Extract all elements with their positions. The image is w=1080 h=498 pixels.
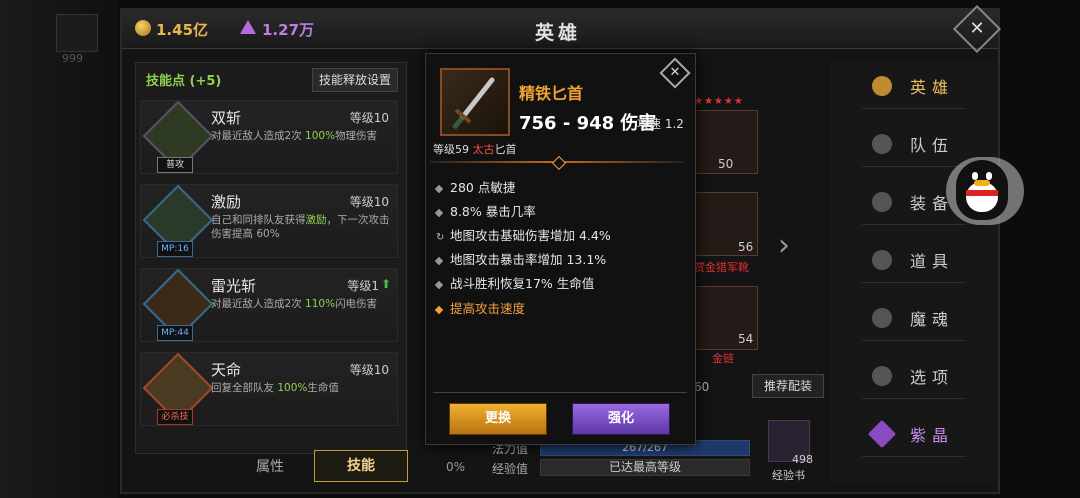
purple-gem-icon (240, 20, 256, 34)
refresh-icon: ↻ (436, 232, 445, 243)
exp-book-label: 经验书 (772, 469, 805, 482)
penguin-scarf (966, 190, 998, 196)
item-stat: ↻ 地图攻击基础伤害增加 4.4% (436, 228, 611, 243)
dagger-icon (440, 68, 510, 136)
close-icon: ✕ (969, 18, 985, 39)
item-stat: 280 点敏捷 (434, 177, 515, 196)
necklace-label: 金链 (712, 352, 734, 365)
hero-slot-value: 50 (718, 157, 734, 171)
item-special-stat: 提高攻击速度 (434, 298, 525, 317)
item-stat: 地图攻击暴击率增加 13.1% (434, 249, 606, 268)
skill-name: 双斩 (211, 109, 242, 127)
nav-item-team[interactable]: 队伍 (862, 122, 966, 167)
bag-icon (872, 250, 892, 270)
skill-level: 等级10 (349, 363, 389, 377)
recommend-gear-button[interactable]: 推荐配装 (752, 374, 824, 398)
background-number: 60 (694, 380, 710, 394)
item-stat: 8.8% 暴击几率 (434, 201, 536, 220)
tab-skills[interactable]: 技能 (314, 450, 408, 482)
skill-level: 等级10 (349, 111, 389, 125)
nav-item-label: 选项 (910, 368, 955, 387)
nav-item-amethyst[interactable]: 紫晶 (862, 412, 966, 457)
popup-bottom-divider (433, 392, 687, 393)
skill-tag: MP:44 (157, 325, 193, 341)
skill-description: 对最近敌人造成2次 100%物理伤害 (211, 130, 378, 142)
item-attack-speed: 攻速 1.2 (637, 117, 684, 131)
skill-name: 天命 (211, 361, 242, 379)
penguin-avatar-icon[interactable] (956, 160, 1008, 220)
next-arrow-icon[interactable]: › (778, 228, 790, 263)
penguin-eye (972, 172, 978, 180)
tab-attributes[interactable]: 属性 (230, 452, 310, 482)
nav-item-label: 队伍 (910, 136, 955, 155)
exp-book-count: 498 (792, 453, 813, 466)
skill-row-double-slash[interactable]: 普攻 双斩 等级10 对最近敌人造成2次 100%物理伤害 (140, 100, 398, 174)
skill-name: 雷光斩 (211, 277, 257, 295)
exp-bar: 已达最高等级 (540, 459, 750, 476)
helmet-icon (872, 192, 892, 212)
replace-button[interactable]: 更换 (449, 403, 547, 435)
window-title: 英雄 (534, 22, 581, 44)
skill-points-label: 技能点 (+5) (146, 74, 222, 89)
skill-row-thunder-slash[interactable]: MP:44 雷光斩 等级1 ⬆ 对最近敌人造成2次 110%闪电伤害 (140, 268, 398, 342)
left-slot-icon (56, 14, 98, 52)
item-stat: 战斗胜利恢复17% 生命值 (434, 273, 594, 292)
penguin-belly (966, 182, 998, 212)
nav-item-items[interactable]: 道具 (862, 238, 966, 283)
gold-amount: 1.45亿 (156, 21, 209, 39)
heroes-icon (872, 76, 892, 96)
percent-readout: 0% (446, 460, 466, 474)
level-up-arrow-icon[interactable]: ⬆ (381, 277, 391, 291)
flame-icon (872, 308, 892, 328)
skill-tag: MP:16 (157, 241, 193, 257)
nav-item-label: 紫晶 (910, 426, 955, 445)
item-name: 精铁匕首 (519, 84, 584, 103)
item-damage: 756 - 948 伤害 (519, 113, 657, 134)
skill-level: 等级10 (349, 195, 389, 209)
skill-row-inspire[interactable]: MP:16 激励 等级10 自己和同排队友获得激励，下一次攻击伤害提高 60% (140, 184, 398, 258)
skill-release-settings-button[interactable]: 技能释放设置 (312, 68, 398, 92)
skill-description: 对最近敌人造成2次 110%闪电伤害 (211, 298, 378, 310)
nav-item-options[interactable]: 选项 (862, 354, 966, 399)
flag-icon (872, 134, 892, 154)
nav-item-souls[interactable]: 魔魂 (862, 296, 966, 341)
nav-item-label: 道具 (910, 252, 955, 271)
nav-item-hero[interactable]: 英雄 (862, 64, 966, 109)
item-subtitle: 等级59 太古匕首 (433, 143, 517, 156)
gem-amount: 1.27万 (262, 21, 315, 39)
left-slot-count: 999 (62, 52, 83, 65)
skill-description: 回复全部队友 100%生命值 (211, 382, 339, 394)
skill-tag: 普攻 (157, 157, 193, 173)
skill-name: 激励 (211, 193, 242, 211)
penguin-beak (974, 180, 990, 186)
boots-slot-value: 56 (738, 240, 754, 254)
penguin-eye (986, 172, 992, 180)
skill-tag: 必杀技 (157, 409, 193, 425)
nav-item-label: 英雄 (910, 78, 955, 97)
close-icon: ✕ (669, 65, 681, 80)
left-background-strip: 999 (0, 0, 118, 498)
hero-star-rating: ★★★★★ (694, 96, 744, 107)
amethyst-icon (867, 419, 897, 449)
gold-coin-icon (135, 20, 151, 36)
skill-level: 等级1 (347, 279, 379, 293)
exp-label: 经验值 (492, 462, 529, 476)
nav-item-label: 魔魂 (910, 310, 955, 329)
enhance-button[interactable]: 强化 (572, 403, 670, 435)
skill-description: 自己和同排队友获得激励，下一次攻击伤害提高 60% (211, 214, 390, 240)
gear-icon (872, 366, 892, 386)
necklace-slot-value: 54 (738, 332, 754, 346)
skill-row-destiny[interactable]: 必杀技 天命 等级10 回复全部队友 100%生命值 (140, 352, 398, 426)
boots-label: 赏金猎军靴 (694, 261, 749, 274)
